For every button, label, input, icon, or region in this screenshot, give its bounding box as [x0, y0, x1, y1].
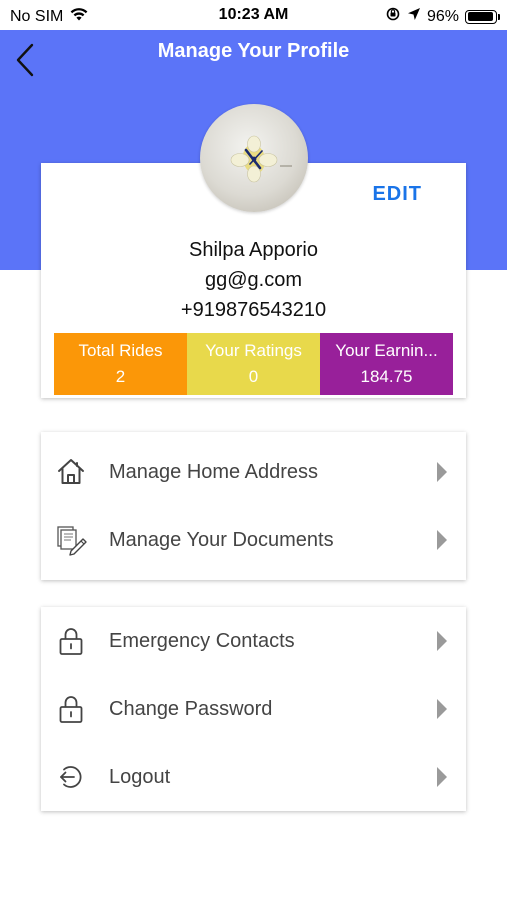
stat-label: Total Rides: [78, 341, 163, 360]
stats-bar: Total Rides 2 Your Ratings 0 Your Earnin…: [54, 333, 453, 395]
status-left: No SIM: [10, 6, 89, 27]
location-arrow-icon: [407, 7, 421, 26]
stat-earnings: Your Earnin... 184.75: [320, 333, 453, 395]
logout-icon: [55, 761, 87, 793]
stat-value: 2: [115, 367, 126, 386]
battery-percent: 96%: [426, 7, 459, 25]
lock-icon: [55, 693, 87, 725]
stat-total-rides: Total Rides 2: [54, 333, 187, 395]
chevron-right-icon: [437, 631, 447, 651]
avatar[interactable]: [200, 104, 308, 212]
documents-icon: [55, 524, 87, 556]
edit-button[interactable]: EDIT: [372, 183, 422, 206]
change-password-row[interactable]: Change Password: [41, 675, 466, 743]
emergency-contacts-row[interactable]: Emergency Contacts: [41, 607, 466, 675]
primary-menu-card: Manage Home Address Manage Your Document…: [41, 432, 466, 580]
stat-label: Your Earnin...: [335, 341, 438, 360]
avatar-image: [230, 135, 292, 183]
wifi-icon: [69, 6, 89, 27]
battery-icon: [465, 9, 500, 24]
chevron-right-icon: [437, 530, 447, 550]
status-right: 96%: [385, 6, 500, 27]
stat-value: 0: [248, 367, 259, 386]
stat-ratings: Your Ratings 0: [187, 333, 320, 395]
profile-phone: +919876543210: [180, 299, 327, 321]
profile-email: gg@g.com: [204, 269, 302, 291]
orientation-lock-icon: [385, 6, 401, 27]
manage-home-address-row[interactable]: Manage Home Address: [41, 438, 466, 506]
stat-value: 184.75: [360, 367, 413, 386]
home-icon: [55, 456, 87, 488]
row-label: Emergency Contacts: [109, 629, 295, 652]
page-title: Manage Your Profile: [157, 40, 350, 62]
carrier-label: No SIM: [10, 7, 64, 25]
manage-documents-row[interactable]: Manage Your Documents: [41, 506, 466, 574]
status-bar: 10:23 AM No SIM 96%: [0, 0, 507, 30]
chevron-right-icon: [437, 462, 447, 482]
secondary-menu-card: Emergency Contacts Change Password Logou…: [41, 607, 466, 811]
logout-row[interactable]: Logout: [41, 743, 466, 811]
stat-label: Your Ratings: [205, 341, 302, 360]
row-label: Manage Your Documents: [109, 528, 334, 551]
chevron-right-icon: [437, 767, 447, 787]
chevron-right-icon: [437, 699, 447, 719]
battery-fill: [467, 12, 494, 21]
row-label: Change Password: [109, 697, 273, 720]
row-label: Manage Home Address: [109, 460, 319, 483]
lock-icon: [55, 625, 87, 657]
profile-name: Shilpa Apporio: [189, 239, 318, 261]
row-label: Logout: [109, 765, 171, 788]
